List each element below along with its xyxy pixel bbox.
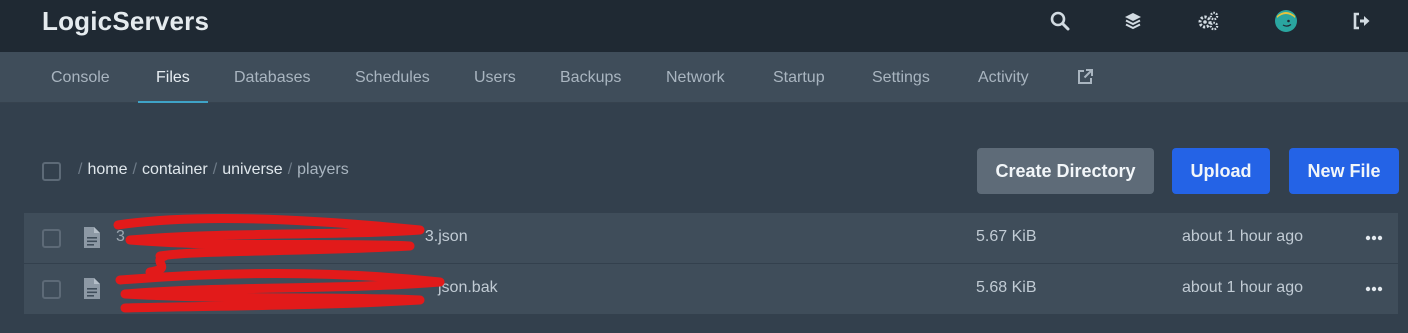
breadcrumb-separator: / xyxy=(212,161,218,178)
file-size: 5.67 KiB xyxy=(976,228,1037,245)
tab-users[interactable]: Users xyxy=(474,52,516,103)
tab-settings[interactable]: Settings xyxy=(872,52,930,103)
breadcrumb-separator: / xyxy=(78,161,83,178)
top-bar: LogicServers xyxy=(0,0,1408,52)
file-name-tail: 3.json xyxy=(424,228,468,245)
breadcrumb: / home / container / universe / players xyxy=(78,161,349,179)
file-select-checkbox[interactable] xyxy=(42,229,61,248)
file-select-checkbox[interactable] xyxy=(42,280,61,299)
upload-button[interactable]: Upload xyxy=(1172,148,1270,194)
file-name[interactable]: json.bak xyxy=(116,279,498,297)
breadcrumb-separator: / xyxy=(132,161,137,178)
tab-databases[interactable]: Databases xyxy=(234,52,311,103)
select-all-checkbox[interactable] xyxy=(42,162,61,181)
breadcrumb-universe[interactable]: universe xyxy=(222,161,282,178)
more-options-icon[interactable] xyxy=(1362,229,1386,247)
tab-files[interactable]: Files xyxy=(138,52,208,103)
breadcrumb-players: players xyxy=(297,161,349,178)
tab-activity[interactable]: Activity xyxy=(978,52,1029,103)
file-name[interactable]: 3 3.json xyxy=(116,228,468,246)
more-options-icon[interactable] xyxy=(1362,280,1386,298)
file-modified: about 1 hour ago xyxy=(1182,228,1303,245)
file-icon xyxy=(84,227,100,253)
file-row[interactable]: json.bak 5.68 KiB about 1 hour ago xyxy=(24,264,1398,314)
breadcrumb-container[interactable]: container xyxy=(142,161,208,178)
external-link-icon[interactable] xyxy=(1076,68,1094,86)
breadcrumb-separator: / xyxy=(287,161,293,178)
file-modified: about 1 hour ago xyxy=(1182,279,1303,296)
create-directory-button[interactable]: Create Directory xyxy=(977,148,1154,194)
cogs-icon[interactable] xyxy=(1196,9,1220,33)
file-name-tail: json.bak xyxy=(438,279,498,296)
file-icon xyxy=(84,278,100,304)
layers-icon[interactable] xyxy=(1121,9,1145,33)
server-nav: Console Files Databases Schedules Users … xyxy=(0,52,1408,103)
new-file-button[interactable]: New File xyxy=(1289,148,1399,194)
file-size: 5.68 KiB xyxy=(976,279,1037,296)
avatar-icon[interactable] xyxy=(1274,9,1298,33)
tab-startup[interactable]: Startup xyxy=(773,52,825,103)
tab-console[interactable]: Console xyxy=(51,52,110,103)
breadcrumb-home[interactable]: home xyxy=(87,161,127,178)
sign-out-icon[interactable] xyxy=(1350,9,1374,33)
search-icon[interactable] xyxy=(1048,9,1072,33)
tab-schedules[interactable]: Schedules xyxy=(355,52,430,103)
tab-network[interactable]: Network xyxy=(666,52,725,103)
file-row[interactable]: 3 3.json 5.67 KiB about 1 hour ago xyxy=(24,213,1398,263)
brand-name[interactable]: LogicServers xyxy=(42,6,209,37)
tab-backups[interactable]: Backups xyxy=(560,52,621,103)
